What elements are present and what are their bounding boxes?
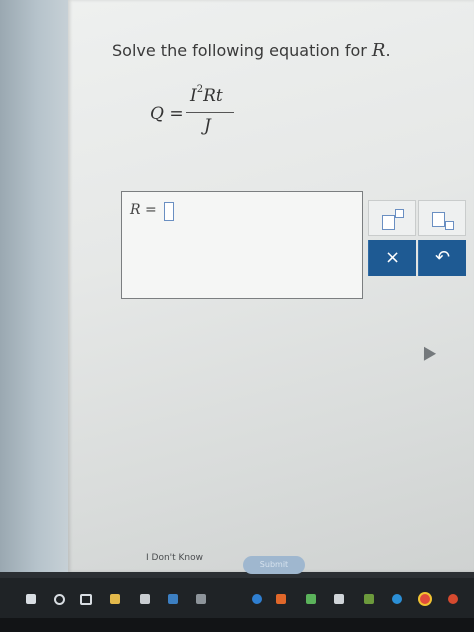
- numerator-rest: Rt: [203, 86, 223, 106]
- browser-icon[interactable]: [252, 594, 262, 604]
- subscript-button[interactable]: [418, 200, 466, 236]
- superscript-base-box-icon: [382, 215, 395, 230]
- undo-button[interactable]: ↶: [418, 240, 466, 276]
- question-prompt: Solve the following equation for R.: [112, 40, 391, 61]
- superscript-exponent-box-icon: [395, 209, 404, 218]
- subscript-base-box-icon: [432, 212, 445, 227]
- prompt-period: .: [385, 41, 391, 60]
- fraction-bar: [186, 112, 234, 113]
- app-window-icon[interactable]: [334, 594, 344, 604]
- subscript-index-box-icon: [445, 221, 454, 230]
- dont-know-button[interactable]: I Don't Know: [146, 553, 203, 563]
- firefox-icon[interactable]: [448, 594, 458, 604]
- superscript-button[interactable]: [368, 200, 416, 236]
- app-icon[interactable]: [196, 594, 206, 604]
- numerator-base: I: [190, 86, 197, 106]
- app-leaf-icon[interactable]: [364, 594, 374, 604]
- chrome-icon[interactable]: [420, 594, 430, 604]
- clear-button[interactable]: ×: [368, 240, 416, 276]
- monitor-bezel: [0, 618, 474, 632]
- search-icon[interactable]: [54, 594, 65, 605]
- app-orange-icon[interactable]: [276, 594, 286, 604]
- task-view-icon[interactable]: [80, 594, 92, 605]
- edge-icon[interactable]: [392, 594, 402, 604]
- prompt-text: Solve the following equation for: [112, 41, 372, 60]
- file-explorer-icon[interactable]: [110, 594, 120, 604]
- prompt-variable: R: [371, 40, 386, 61]
- answer-label: R =: [130, 202, 157, 218]
- app-green-icon[interactable]: [306, 594, 316, 604]
- submit-button[interactable]: Submit: [243, 556, 305, 574]
- left-bezel-area: [0, 0, 68, 572]
- mail-icon[interactable]: [168, 594, 178, 604]
- answer-input-area[interactable]: R =: [121, 191, 363, 299]
- answer-input-cursor[interactable]: [164, 202, 174, 221]
- windows-icon[interactable]: [26, 594, 36, 604]
- equation-denominator: J: [204, 116, 211, 136]
- equation: Q = I2Rt J: [150, 84, 250, 140]
- numerator-exponent: 2: [196, 84, 204, 96]
- equation-numerator: I2Rt: [190, 84, 223, 106]
- store-icon[interactable]: [140, 594, 150, 604]
- equation-lhs: Q =: [150, 104, 184, 124]
- taskbar: [0, 578, 474, 618]
